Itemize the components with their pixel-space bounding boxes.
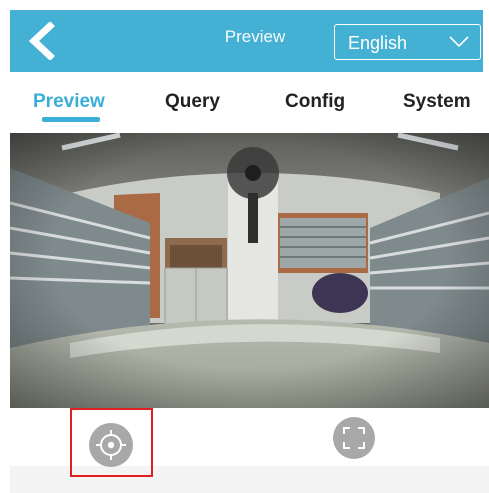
fullscreen-button[interactable] [332, 416, 376, 460]
app-header: Preview English [10, 10, 483, 72]
page-title: Preview [224, 27, 286, 46]
chevron-left-icon [28, 21, 55, 61]
back-button[interactable] [24, 21, 64, 61]
fullscreen-icon [333, 417, 375, 459]
tab-preview[interactable]: Preview [33, 91, 105, 113]
language-select[interactable]: English [334, 24, 481, 60]
tab-config[interactable]: Config [285, 91, 345, 113]
tab-query[interactable]: Query [165, 91, 220, 113]
tab-bar: Preview Query Config System [10, 78, 483, 130]
app-screen: Preview English Preview Query Config Sys… [0, 0, 489, 493]
active-tab-indicator [42, 117, 100, 122]
camera-feed-image [10, 133, 489, 408]
tab-system[interactable]: System [403, 91, 471, 113]
preview-controls [10, 408, 489, 493]
target-crosshair-icon [89, 423, 133, 467]
live-video-view[interactable] [10, 133, 489, 408]
ptz-control-button[interactable] [88, 422, 134, 468]
language-selected-value: English [348, 33, 408, 53]
chevron-down-icon [449, 36, 469, 48]
